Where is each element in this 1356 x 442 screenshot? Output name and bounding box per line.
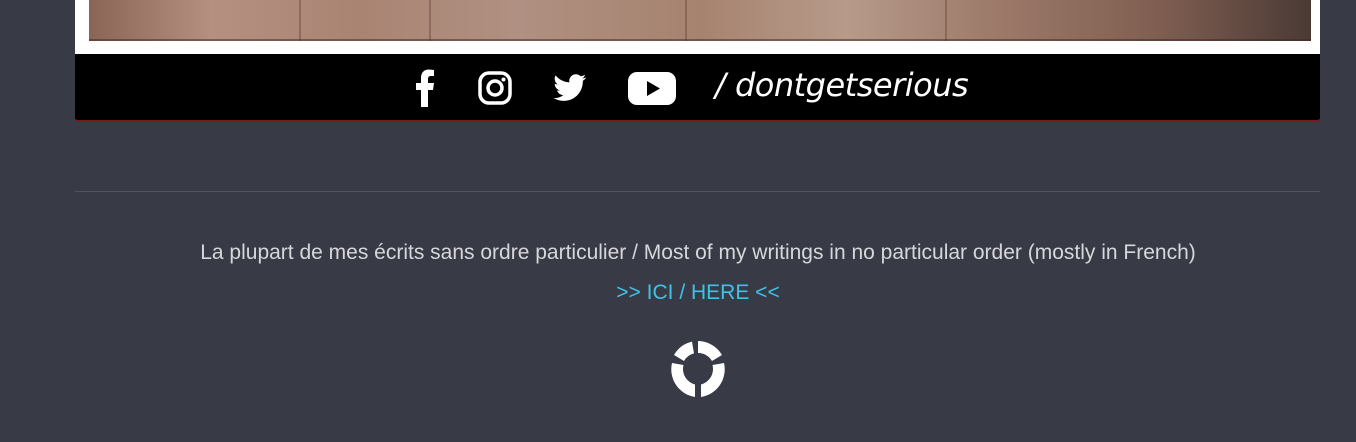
instagram-icon — [477, 70, 513, 106]
page: / dontgetserious La plupart de mes écrit… — [0, 0, 1356, 442]
writings-link[interactable]: >> ICI / HERE << — [0, 281, 1356, 305]
site-logo-icon[interactable] — [666, 337, 730, 401]
photo-floor — [89, 0, 1311, 41]
writings-caption: La plupart de mes écrits sans ordre part… — [200, 241, 1196, 264]
photo-frame — [75, 0, 1320, 54]
twitter-icon — [552, 72, 588, 104]
facebook-icon — [413, 68, 437, 108]
embedded-image[interactable]: / dontgetserious — [75, 0, 1320, 122]
social-strip: / dontgetserious — [75, 54, 1320, 120]
youtube-icon — [627, 71, 677, 105]
social-handle: / dontgetserious — [715, 66, 969, 104]
divider — [75, 191, 1320, 192]
